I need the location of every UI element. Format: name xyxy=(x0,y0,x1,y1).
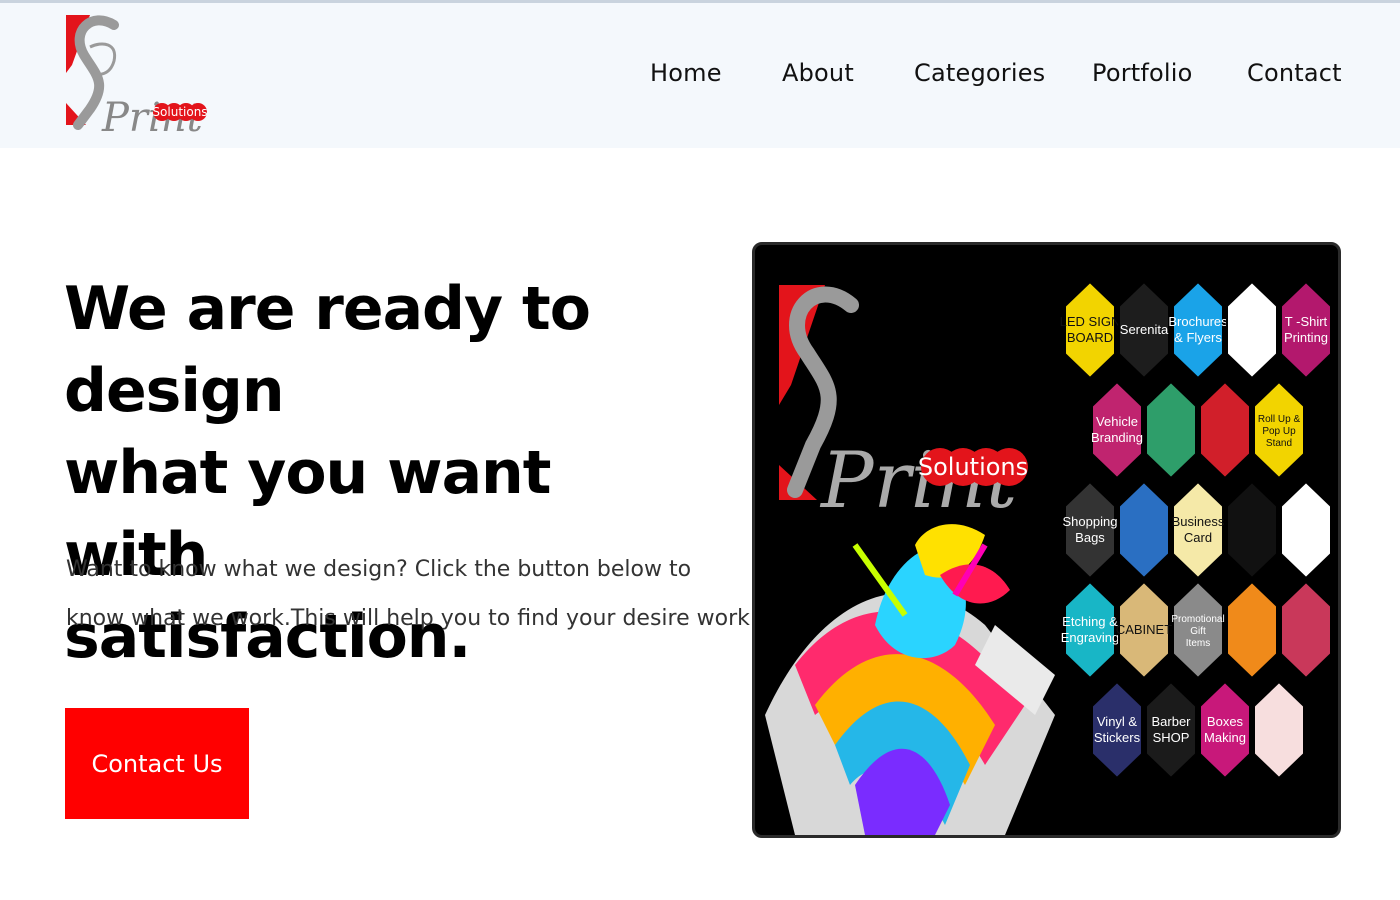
hero-subtitle-line: know what we work.This will help you to … xyxy=(66,606,757,631)
service-hexagon-label: T -Shirt Printing xyxy=(1284,314,1328,345)
hero-subtitle-line: Want to know what we design? Click the b… xyxy=(66,557,692,582)
service-hexagon xyxy=(1199,380,1251,480)
nav-categories-link[interactable]: Categories xyxy=(914,59,1045,87)
logo-subtext: Solutions xyxy=(152,105,207,119)
nav-contact-link[interactable]: Contact xyxy=(1247,59,1342,87)
hero-title-line: We are ready to design xyxy=(64,274,591,426)
banner-graphic: Print Solutions LED SIGN BOARDSerenitaBro… xyxy=(765,280,1332,835)
nav-portfolio-link[interactable]: Portfolio xyxy=(1092,59,1193,87)
service-hexagon xyxy=(1280,580,1332,680)
service-hexagon-label: CABINET xyxy=(1116,622,1172,637)
nav-about-link[interactable]: About xyxy=(782,59,854,87)
site-header: Print Solutions Home About Categories Po… xyxy=(0,3,1400,148)
nav-home-link[interactable]: Home xyxy=(650,59,722,87)
service-hexagon-label: Boxes Making xyxy=(1204,714,1246,745)
service-hexagon xyxy=(1226,480,1278,580)
service-hexagon-label: Etching & Engraving xyxy=(1061,614,1120,645)
service-hexagon-label: Vehicle Branding xyxy=(1091,414,1143,445)
paint-splash-illustration xyxy=(765,524,1055,835)
service-hexagon-label: LED SIGN BOARD xyxy=(1060,314,1121,345)
hero-subtitle: Want to know what we design? Click the b… xyxy=(66,545,757,643)
service-hexagon xyxy=(1226,280,1278,380)
service-hexagon-label: Serenita xyxy=(1120,322,1169,337)
contact-us-button[interactable]: Contact Us xyxy=(65,708,249,819)
service-hexagon xyxy=(1280,480,1332,580)
service-hexagon-label: Brochures & Flyers xyxy=(1168,314,1228,345)
service-hexagon-label: Vinyl & Stickers xyxy=(1094,714,1141,745)
hero-banner-image: Print Solutions LED SIGN BOARD Serenita Bro… xyxy=(752,242,1341,838)
service-hexagon xyxy=(1118,480,1170,580)
service-hexagons: LED SIGN BOARDSerenitaBrochures & Flyers T … xyxy=(1060,280,1332,780)
service-hexagon-label: Barber SHOP xyxy=(1151,714,1191,745)
service-hexagon xyxy=(1226,580,1278,680)
service-hexagon xyxy=(1253,680,1305,780)
banner-logo-subtext: Solutions xyxy=(918,453,1028,481)
service-hexagon xyxy=(1145,380,1197,480)
main-navigation: Home About Categories Portfolio Contact xyxy=(0,59,1400,99)
